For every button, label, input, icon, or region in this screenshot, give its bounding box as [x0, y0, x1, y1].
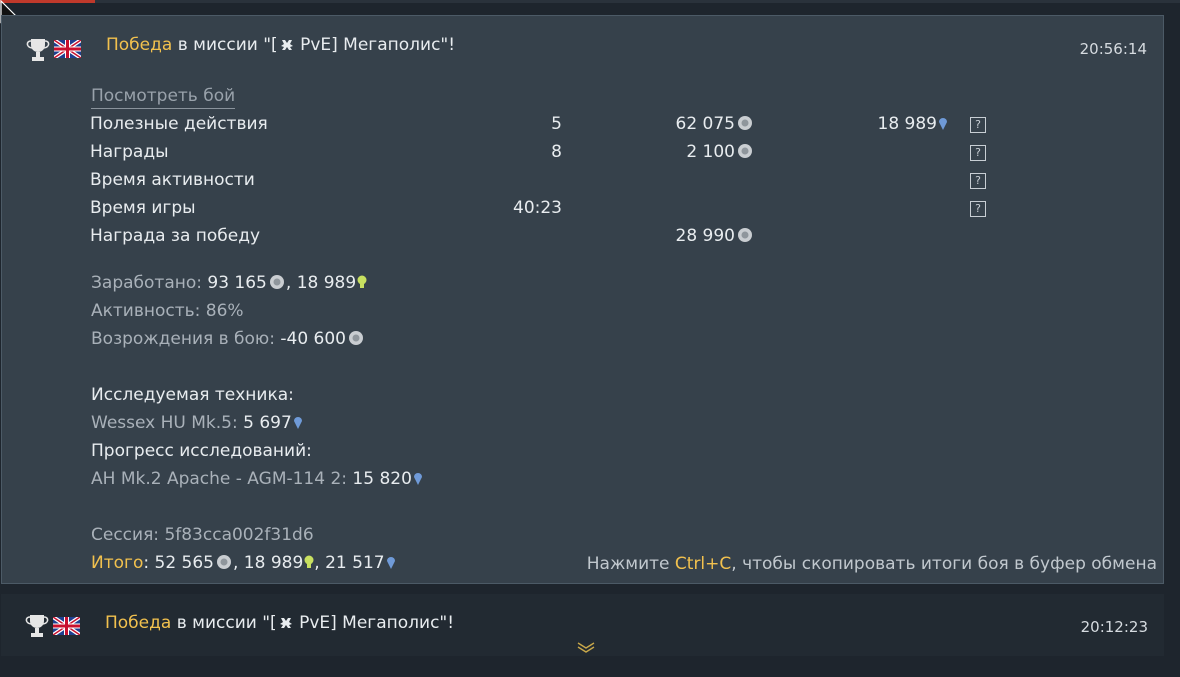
silver-lion-icon [738, 144, 752, 158]
silver-lion-icon [349, 331, 363, 345]
earned-silver: 93 165 [207, 273, 267, 293]
trophy-icon [26, 39, 50, 61]
help-icon[interactable]: ? [970, 173, 986, 189]
row-awards: Награды 8 2 100 ? [90, 142, 1090, 166]
silver-lion-icon [738, 116, 752, 130]
research-title: Исследуемая техника: [91, 385, 294, 405]
mission-name: PvE] Мегаполис"! [294, 35, 456, 55]
expand-chevron-icon[interactable] [576, 641, 596, 653]
row-silver: 2 100 [686, 142, 754, 162]
victory-label: Победа [105, 613, 172, 633]
mission-name: PvE] Мегаполис"! [293, 613, 455, 633]
pve-mode-icon [280, 40, 293, 50]
row-label: Время активности [90, 170, 255, 190]
total-line: Итого: 52 565, 18 989, 21 517 [91, 553, 396, 573]
row-label: Награды [90, 142, 169, 162]
activity-line: Активность: 86% [91, 301, 244, 321]
rp-bulb-icon [357, 275, 367, 288]
entry-title: Победа в миссии "[ PvE] Мегаполис"! [105, 613, 454, 633]
crp-drop-icon [386, 557, 395, 569]
earned-rp: 18 989 [296, 273, 357, 293]
crp-drop-icon [293, 417, 302, 429]
total-crp: 21 517 [325, 553, 385, 573]
earned-line: Заработано: 93 165, 18 989 [91, 273, 367, 293]
activity-value: 86% [205, 301, 244, 321]
respawn-value: -40 600 [280, 329, 346, 349]
progress-title: Прогресс исследований: [91, 441, 312, 461]
victory-label: Победа [106, 35, 173, 55]
trophy-icon [25, 615, 49, 637]
research-line: Wessex HU Mk.5: 5 697 [91, 413, 303, 433]
row-silver: 28 990 [676, 226, 754, 246]
row-label: Награда за победу [90, 226, 261, 246]
session-value: 5f83cca002f31d6 [164, 525, 314, 545]
copy-hint: Нажмите Ctrl+C, чтобы скопировать итоги … [586, 554, 1157, 574]
hint-key: Ctrl+C [674, 554, 732, 574]
row-count: 8 [551, 142, 562, 162]
progress-line: AH Mk.2 Apache - AGM-114 2: 15 820 [91, 469, 423, 489]
row-rp: 18 989 [878, 114, 948, 134]
total-silver: 52 565 [154, 553, 214, 573]
entry-title: Победа в миссии "[ PvE] Мегаполис"! [106, 35, 455, 55]
progress-value: 15 820 [352, 469, 412, 489]
total-label: Итого [91, 553, 144, 573]
row-useful-actions: Полезные действия 5 62 075 18 989 ? [90, 114, 1090, 138]
row-label: Время игры [90, 198, 196, 218]
top-divider [0, 0, 1180, 3]
silver-lion-icon [738, 228, 752, 242]
rp-bulb-icon [304, 555, 314, 568]
row-count: 5 [551, 114, 562, 134]
mission-prefix: в миссии "[ [172, 35, 278, 55]
mission-prefix: в миссии "[ [171, 613, 277, 633]
entry-time: 20:56:14 [1079, 40, 1147, 58]
row-victory-reward: Награда за победу 28 990 [90, 226, 1090, 250]
view-battle-link[interactable]: Посмотреть бой [91, 86, 236, 109]
battle-result-entry: Победа в миссии "[ PvE] Мегаполис"! 20:5… [1, 15, 1164, 584]
research-value: 5 697 [243, 413, 292, 433]
silver-lion-icon [216, 555, 231, 569]
uk-flag-icon [54, 40, 81, 58]
row-label: Полезные действия [90, 114, 268, 134]
silver-lion-icon [269, 275, 284, 289]
row-silver: 62 075 [676, 114, 754, 134]
help-icon[interactable]: ? [970, 201, 986, 217]
entry-header[interactable]: Победа в миссии "[ PvE] Мегаполис"! 20:5… [2, 16, 1163, 76]
crp-drop-icon [413, 473, 422, 485]
entry-time: 20:12:23 [1080, 618, 1148, 636]
respawn-line: Возрождения в бою: -40 600 [91, 329, 365, 349]
row-game-time: Время игры 40:23 ? [90, 198, 1090, 222]
crp-drop-icon [939, 118, 947, 130]
help-icon[interactable]: ? [970, 117, 986, 133]
total-rp: 18 989 [243, 553, 304, 573]
help-icon[interactable]: ? [970, 145, 986, 161]
uk-flag-icon [53, 617, 80, 635]
pve-mode-icon [279, 618, 292, 628]
session-line: Сессия: 5f83cca002f31d6 [91, 525, 314, 545]
row-count: 40:23 [513, 198, 562, 218]
row-activity-time: Время активности ? [90, 170, 1090, 194]
